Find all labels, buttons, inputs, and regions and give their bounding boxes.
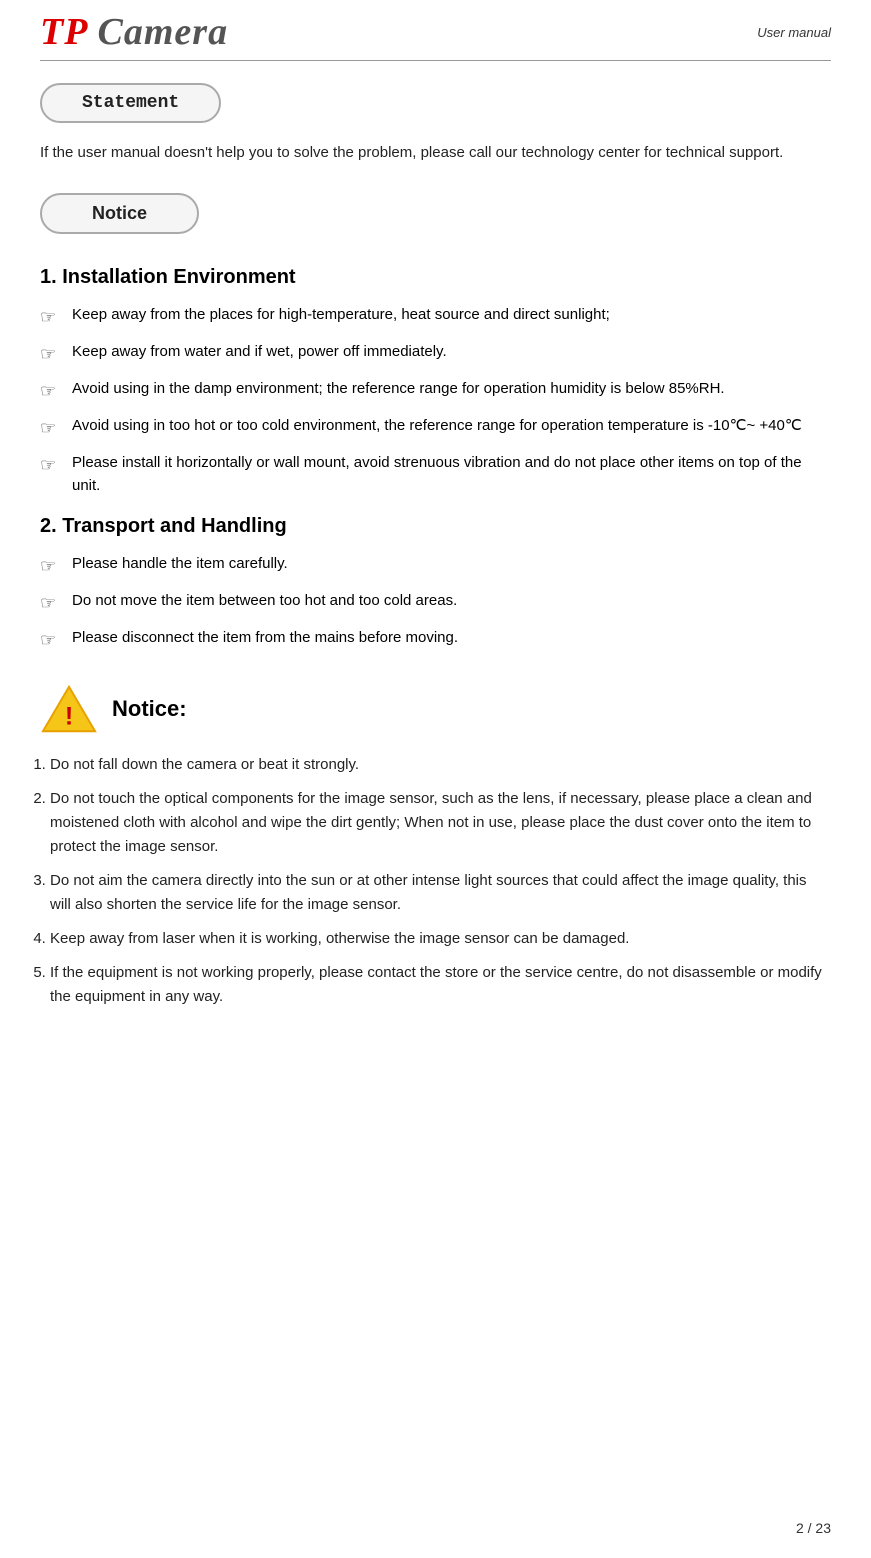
header-subtitle: User manual — [757, 25, 831, 40]
section2-list: ☞ Please handle the item carefully. ☞ Do… — [40, 552, 831, 655]
list-item: Do not aim the camera directly into the … — [50, 869, 831, 917]
list-item: ☞ Keep away from water and if wet, power… — [40, 340, 831, 369]
statement-badge: Statement — [40, 83, 221, 123]
logo-tp: TP — [40, 11, 87, 53]
warning-label: Notice: — [112, 696, 187, 722]
hand-icon: ☞ — [40, 378, 72, 406]
list-item: ☞ Keep away from the places for high-tem… — [40, 303, 831, 332]
hand-icon: ☞ — [40, 452, 72, 480]
warning-notice: ! Notice: — [40, 683, 831, 735]
item-text: Please disconnect the item from the main… — [72, 626, 831, 649]
list-item: If the equipment is not working properly… — [50, 961, 831, 1009]
section1-list: ☞ Keep away from the places for high-tem… — [40, 303, 831, 497]
page-number: 2 / 23 — [796, 1520, 831, 1536]
page-header: TP Camera User manual — [40, 0, 831, 61]
hand-icon: ☞ — [40, 304, 72, 332]
section1-heading: 1. Installation Environment — [40, 266, 831, 289]
list-item: ☞ Please handle the item carefully. — [40, 552, 831, 581]
list-item: Do not fall down the camera or beat it s… — [50, 753, 831, 777]
logo: TP Camera — [40, 10, 228, 54]
hand-icon: ☞ — [40, 553, 72, 581]
list-item: ☞ Please disconnect the item from the ma… — [40, 626, 831, 655]
item-text: Do not move the item between too hot and… — [72, 589, 831, 612]
item-text: Please handle the item carefully. — [72, 552, 831, 575]
hand-icon: ☞ — [40, 627, 72, 655]
item-text: Avoid using in too hot or too cold envir… — [72, 414, 831, 437]
hand-icon: ☞ — [40, 341, 72, 369]
list-item: ☞ Avoid using in too hot or too cold env… — [40, 414, 831, 443]
item-text: Keep away from water and if wet, power o… — [72, 340, 831, 363]
list-item: ☞ Please install it horizontally or wall… — [40, 451, 831, 498]
warning-triangle-icon: ! — [40, 683, 98, 735]
list-item: ☞ Do not move the item between too hot a… — [40, 589, 831, 618]
hand-icon: ☞ — [40, 590, 72, 618]
notice-badge: Notice — [40, 193, 199, 234]
logo-camera: Camera — [87, 11, 228, 53]
list-item: Keep away from laser when it is working,… — [50, 927, 831, 951]
intro-text: If the user manual doesn't help you to s… — [40, 141, 831, 165]
item-text: Avoid using in the damp environment; the… — [72, 377, 831, 400]
section2-heading: 2. Transport and Handling — [40, 515, 831, 538]
item-text: Keep away from the places for high-tempe… — [72, 303, 831, 326]
svg-text:!: ! — [65, 702, 73, 730]
list-item: Do not touch the optical components for … — [50, 787, 831, 859]
item-text: Please install it horizontally or wall m… — [72, 451, 831, 498]
numbered-list: Do not fall down the camera or beat it s… — [50, 753, 831, 1009]
hand-icon: ☞ — [40, 415, 72, 443]
list-item: ☞ Avoid using in the damp environment; t… — [40, 377, 831, 406]
